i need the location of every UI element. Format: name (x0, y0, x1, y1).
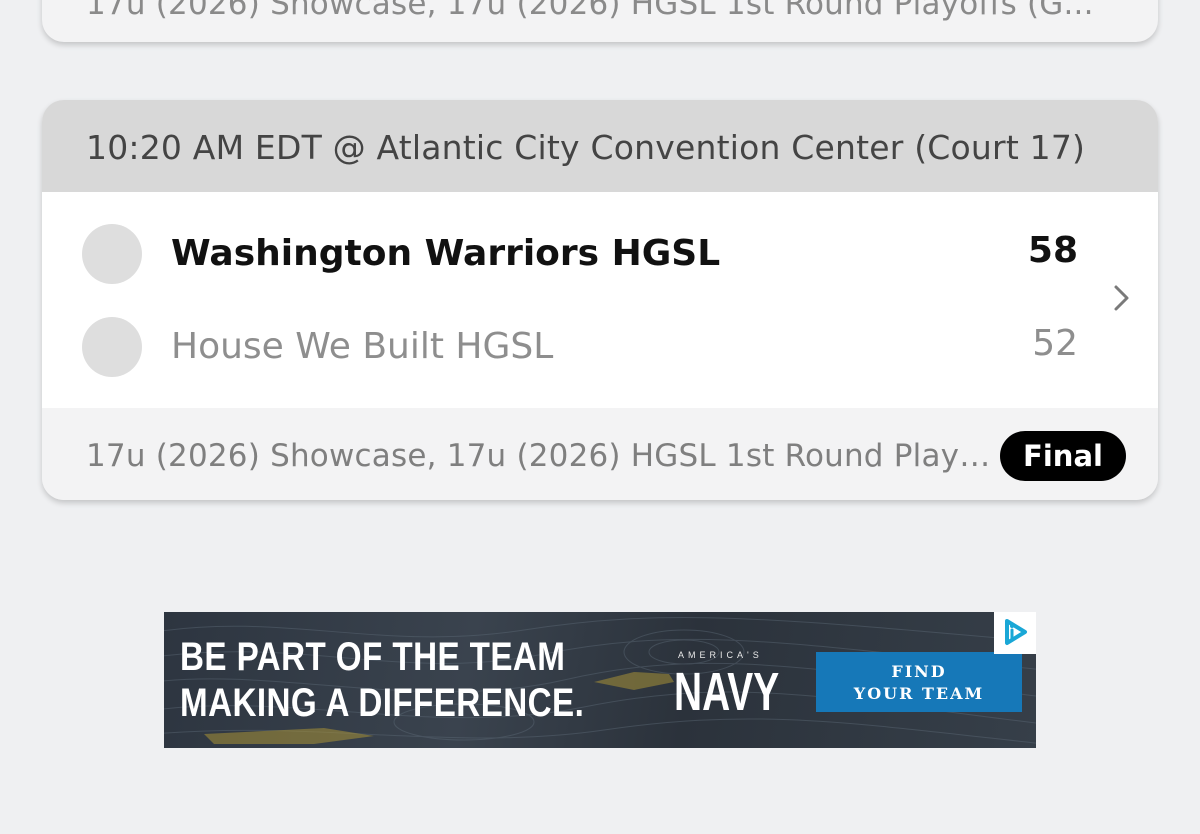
status-badge: Final (1000, 431, 1126, 481)
team-logo-placeholder (82, 317, 142, 377)
game-division-text: 17u (2026) Showcase, 17u (2026) HGSL 1st… (86, 438, 994, 474)
team-name: House We Built HGSL (171, 326, 554, 367)
previous-game-division-text: 17u (2026) Showcase, 17u (2026) HGSL 1st… (86, 0, 1094, 22)
game-card-footer: 17u (2026) Showcase, 17u (2026) HGSL 1st… (42, 408, 1158, 500)
team-row-away[interactable]: House We Built HGSL 52 (42, 317, 1082, 377)
ad-banner[interactable]: BE PART OF THE TEAM MAKING A DIFFERENCE.… (164, 612, 1036, 748)
team-logo-placeholder (82, 224, 142, 284)
ad-headline: BE PART OF THE TEAM MAKING A DIFFERENCE. (180, 634, 584, 726)
team-row-home[interactable]: Washington Warriors HGSL 58 (42, 224, 1082, 284)
chevron-right-icon[interactable] (1108, 284, 1136, 312)
adchoices-icon[interactable] (994, 612, 1036, 654)
team-score: 58 (1027, 230, 1078, 271)
previous-game-card[interactable]: 17u (2026) Showcase, 17u (2026) HGSL 1st… (42, 0, 1158, 42)
game-card-body[interactable]: Washington Warriors HGSL 58 House We Bui… (42, 192, 1158, 408)
ad-brand-tagline: AMERICA'S (678, 650, 763, 660)
team-score: 52 (1032, 323, 1078, 364)
schedule-page: 17u (2026) Showcase, 17u (2026) HGSL 1st… (0, 0, 1200, 834)
navy-logo: NAVY (674, 662, 780, 722)
team-name: Washington Warriors HGSL (171, 233, 721, 274)
game-card[interactable]: 10:20 AM EDT @ Atlantic City Convention … (42, 100, 1158, 500)
ad-headline-line-2: MAKING A DIFFERENCE. (180, 681, 585, 725)
ad-headline-line-1: BE PART OF THE TEAM (180, 635, 566, 679)
ad-cta-line-2: YOUR TEAM (853, 684, 985, 703)
ad-cta-line-1: FIND (891, 662, 947, 681)
game-card-header: 10:20 AM EDT @ Atlantic City Convention … (42, 100, 1158, 192)
find-your-team-button[interactable]: FIND YOUR TEAM (816, 652, 1022, 712)
game-time-location: 10:20 AM EDT @ Atlantic City Convention … (86, 128, 1086, 167)
